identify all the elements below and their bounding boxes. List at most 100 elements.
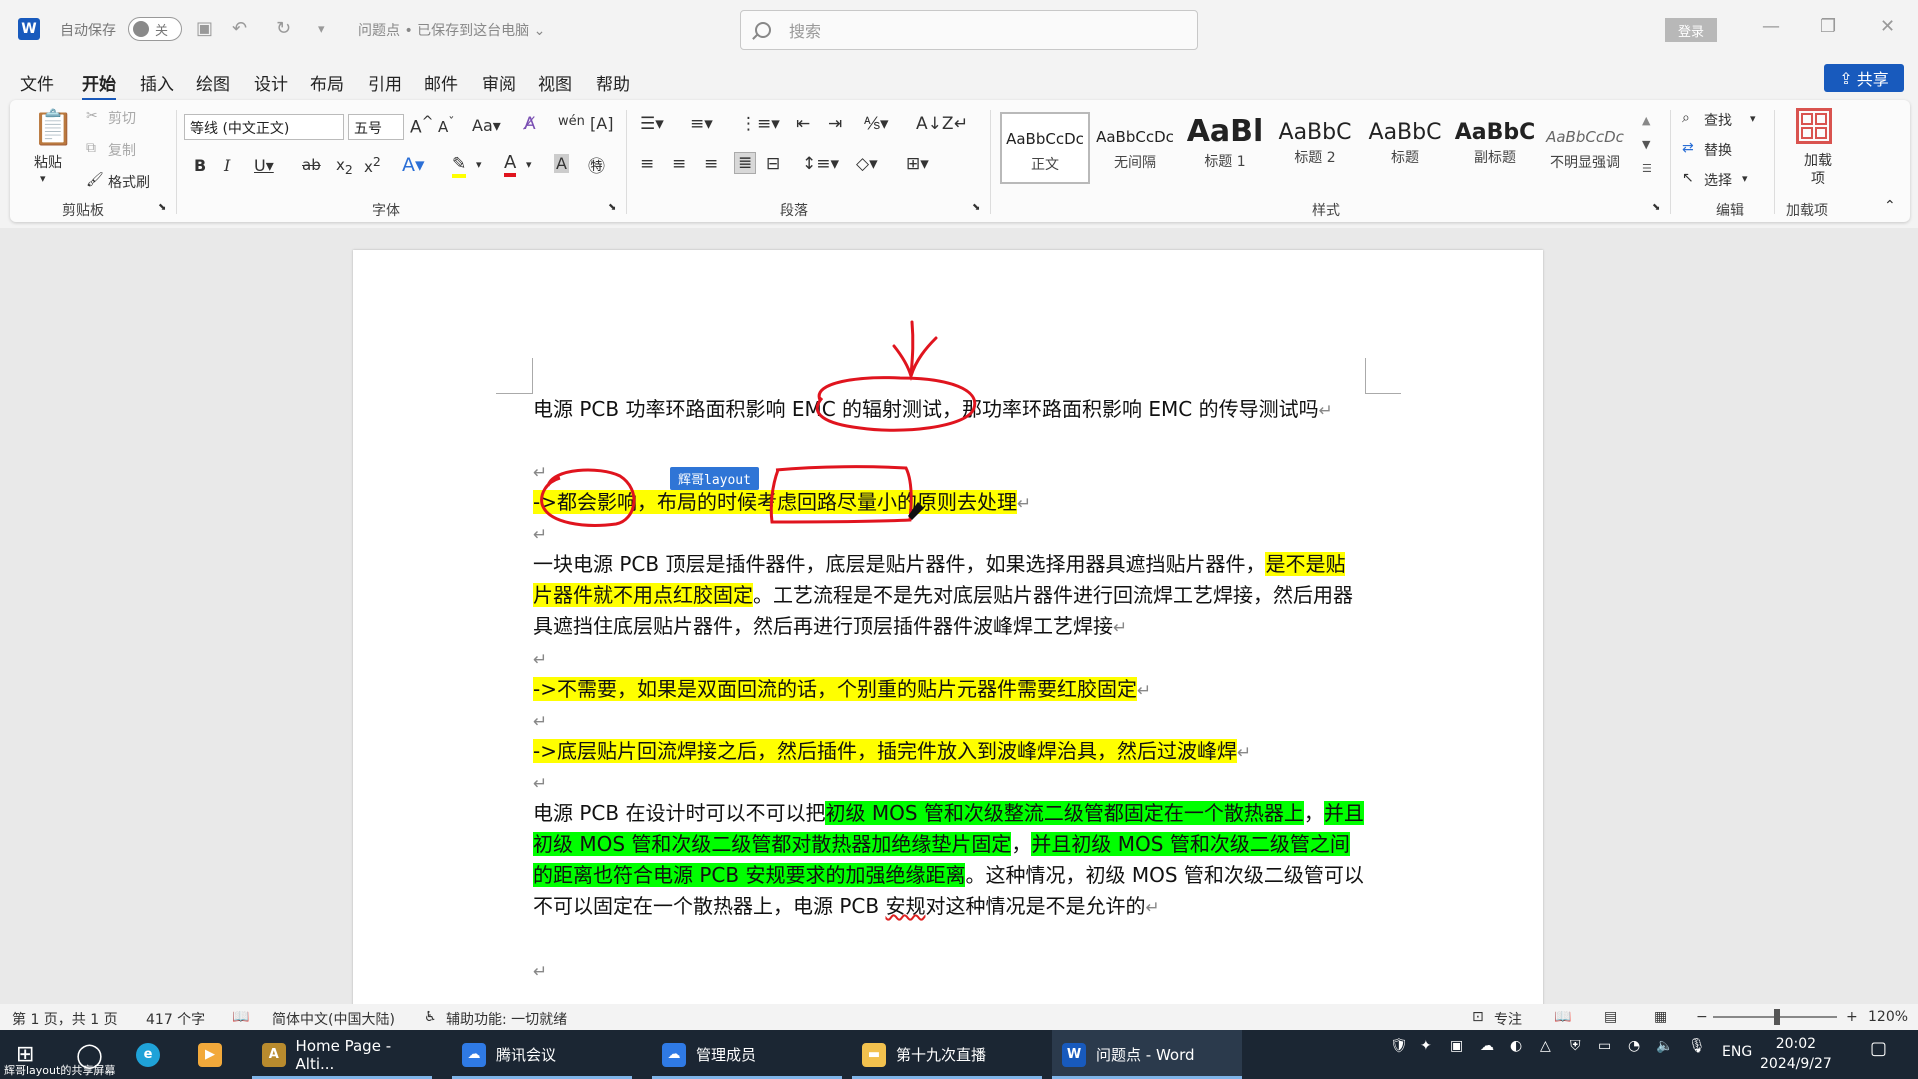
paste-dropdown-icon[interactable]: ▾ (40, 172, 46, 185)
find-button[interactable]: 查找 (1704, 110, 1732, 130)
select-dropdown-icon[interactable]: ▾ (1742, 172, 1748, 185)
sort-icon[interactable]: A↓Z (916, 114, 954, 134)
maximize-icon[interactable]: ❐ (1820, 16, 1836, 37)
paragraph[interactable]: 电源 PCB 在设计时可以不可以把初级 MOS 管和次级整流二级管都固定在一个散… (533, 798, 1365, 924)
line-spacing-icon[interactable]: ↕≡▾ (802, 154, 839, 174)
clear-formatting-icon[interactable]: A̸ (524, 114, 536, 134)
read-mode-icon[interactable]: 📖 (1554, 1009, 1571, 1025)
tray-app-icon[interactable]: △ (1540, 1038, 1551, 1054)
login-button[interactable]: 登录 (1665, 18, 1717, 42)
italic-icon[interactable]: I (224, 156, 230, 175)
align-right-icon[interactable]: ≡ (704, 154, 718, 174)
tray-meeting-icon[interactable]: ☁ (1480, 1038, 1494, 1054)
tab-layout[interactable]: 布局 (310, 70, 344, 95)
strikethrough-icon[interactable]: ab (302, 156, 321, 174)
styles-scroll-up-icon[interactable]: ▲ (1642, 114, 1650, 127)
tab-references[interactable]: 引用 (368, 70, 402, 95)
tray-app-icon[interactable]: ▣ (1450, 1038, 1463, 1054)
align-left-icon[interactable]: ≡ (640, 154, 654, 174)
zoom-level[interactable]: 120% (1868, 1009, 1908, 1025)
taskbar-app-tencent-meeting[interactable]: ☁ 腾讯会议 (452, 1030, 632, 1079)
replace-button[interactable]: 替换 (1704, 140, 1732, 160)
clipboard-launcher-icon[interactable]: ⬊ (158, 202, 166, 213)
tab-insert[interactable]: 插入 (140, 70, 174, 95)
chinese-layout-icon[interactable]: ⅍▾ (864, 114, 889, 134)
style-title[interactable]: AaBbC 标题 (1360, 112, 1450, 184)
enclose-characters-icon[interactable]: ㊕ (588, 152, 605, 177)
collapse-ribbon-icon[interactable]: ⌃ (1884, 198, 1896, 214)
minimize-icon[interactable]: — (1762, 16, 1780, 37)
paragraph[interactable]: ->都会影响，布局的时候考虑回路尽量小的原则去处理↵ (533, 487, 1365, 520)
shading-icon[interactable]: ◇▾ (856, 154, 878, 174)
microphone-icon[interactable]: 🎙 (1688, 1038, 1706, 1054)
page-count[interactable]: 第 1 页，共 1 页 (12, 1009, 118, 1029)
word-count[interactable]: 417 个字 (146, 1009, 205, 1029)
style-subtitle[interactable]: AaBbC 副标题 (1450, 112, 1540, 184)
text-effects-icon[interactable]: A▾ (402, 154, 425, 176)
decrease-indent-icon[interactable]: ⇤ (796, 114, 810, 134)
zoom-slider-thumb[interactable] (1774, 1009, 1780, 1025)
distributed-icon[interactable]: ⊟ (766, 154, 780, 174)
tab-view[interactable]: 视图 (538, 70, 572, 95)
copy-button[interactable]: 复制 (108, 140, 136, 160)
font-color-dropdown-icon[interactable]: ▾ (526, 158, 532, 171)
document-title[interactable]: 问题点 • 已保存到这台电脑 ⌄ (358, 20, 545, 40)
font-color-icon[interactable]: A (504, 152, 517, 177)
subscript-icon[interactable]: x2 (336, 156, 353, 177)
paragraph[interactable]: ->不需要，如果是双面回流的话，个别重的贴片元器件需要红胶固定↵ (533, 674, 1365, 707)
tab-mailings[interactable]: 邮件 (424, 70, 458, 95)
tab-design[interactable]: 设计 (254, 70, 288, 95)
shrink-font-icon[interactable]: Aˇ (438, 114, 455, 136)
cut-button[interactable]: 剪切 (108, 108, 136, 128)
paragraph[interactable]: ->底层贴片回流焊接之后，然后插件，插完件放入到波峰焊治具，然后过波峰焊↵ (533, 736, 1365, 769)
addins-icon[interactable] (1796, 108, 1832, 144)
media-player-icon[interactable]: ▶ (198, 1030, 232, 1079)
proofing-icon[interactable]: 📖 (232, 1009, 249, 1025)
customize-toolbar-icon[interactable]: ▾ (318, 22, 325, 37)
justify-icon[interactable]: ≣ (734, 152, 757, 174)
save-icon[interactable]: ▣ (196, 18, 213, 39)
language-indicator[interactable]: 简体中文(中国大陆) (272, 1009, 395, 1029)
superscript-icon[interactable]: x2 (364, 154, 381, 176)
battery-icon[interactable]: ▭ (1598, 1038, 1611, 1054)
taskbar-app-manage-members[interactable]: ☁ 管理成员 (652, 1030, 842, 1079)
phonetic-guide-icon[interactable]: wén (558, 114, 585, 129)
tab-help[interactable]: 帮助 (596, 70, 630, 95)
style-heading-1[interactable]: AaBl 标题 1 (1180, 112, 1270, 184)
paragraph[interactable]: 一块电源 PCB 顶层是插件器件，底层是贴片器件，如果选择用器具遮挡贴片器件，是… (533, 549, 1365, 644)
spelling-flag-text[interactable]: 安规 (885, 894, 925, 918)
accessibility-status[interactable]: 辅助功能: 一切就绪 (446, 1009, 567, 1029)
increase-indent-icon[interactable]: ⇥ (828, 114, 842, 134)
zoom-in-icon[interactable]: + (1846, 1009, 1858, 1025)
bold-icon[interactable]: B (194, 156, 206, 175)
tray-app-icon[interactable]: ✦ (1420, 1038, 1432, 1054)
autosave-toggle[interactable]: 关 (128, 17, 182, 41)
format-painter-button[interactable]: 格式刷 (108, 172, 150, 192)
align-center-icon[interactable]: ≡ (672, 154, 686, 174)
font-launcher-icon[interactable]: ⬊ (608, 202, 616, 213)
show-marks-icon[interactable]: ↵ (954, 114, 968, 134)
tab-home[interactable]: 开始 (82, 70, 116, 101)
paragraph[interactable]: 电源 PCB 功率环路面积影响 EMC 的辐射测试，那功率环路面积影响 EMC … (533, 394, 1365, 427)
grow-font-icon[interactable]: A^ (410, 114, 434, 138)
find-dropdown-icon[interactable]: ▾ (1750, 112, 1756, 125)
highlight-dropdown-icon[interactable]: ▾ (476, 158, 482, 171)
character-border-icon[interactable]: [A] (590, 114, 613, 133)
paste-button[interactable]: 粘贴 (34, 152, 62, 172)
style-subtle-emphasis[interactable]: AaBbCcDc 不明显强调 (1540, 112, 1630, 184)
font-size-select[interactable]: 五号 (348, 114, 404, 140)
print-layout-icon[interactable]: ▤ (1604, 1009, 1617, 1025)
tray-defender-icon[interactable]: ⛨ (1570, 1038, 1581, 1054)
close-icon[interactable]: ✕ (1880, 16, 1895, 37)
share-button[interactable]: ⇪ 共享 (1824, 64, 1904, 92)
tray-app-icon[interactable]: ◐ (1510, 1038, 1522, 1054)
change-case-icon[interactable]: Aa▾ (472, 116, 501, 135)
addins-button[interactable]: 加载项 (1798, 152, 1838, 188)
taskbar-app-folder[interactable]: ▬ 第十九次直播 (852, 1030, 1042, 1079)
edge-icon[interactable]: e (136, 1030, 170, 1079)
character-shading-icon[interactable]: A (554, 154, 569, 173)
volume-icon[interactable]: 🔈 (1656, 1038, 1673, 1054)
numbering-icon[interactable]: ≡▾ (690, 114, 713, 134)
underline-icon[interactable]: U▾ (254, 156, 274, 175)
focus-button[interactable]: 专注 (1494, 1009, 1522, 1029)
